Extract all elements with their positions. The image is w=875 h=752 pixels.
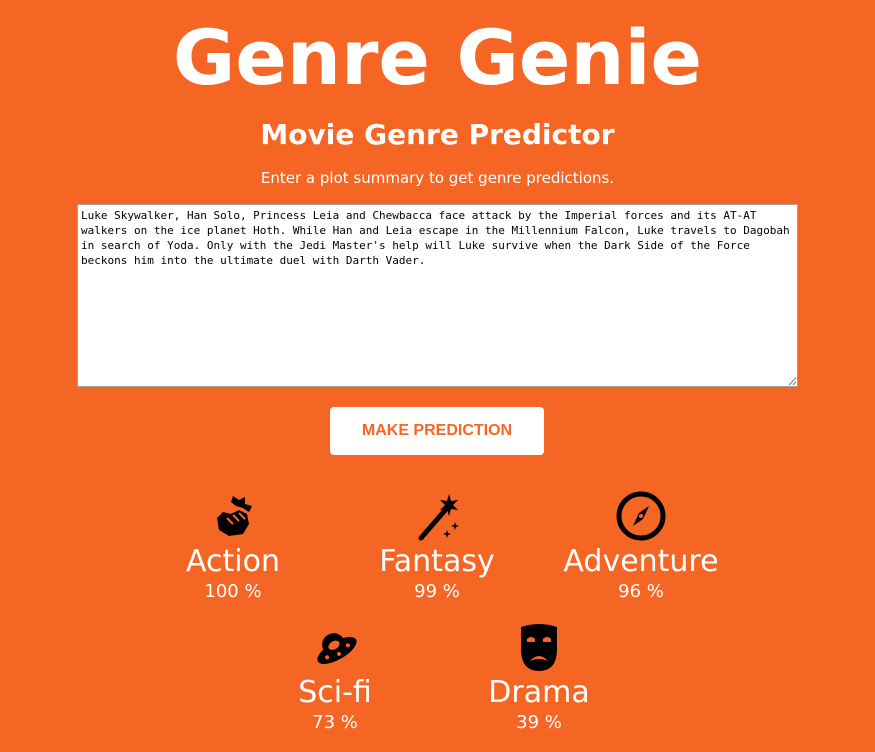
- genre-result-fantasy: Fantasy 99 %: [337, 488, 537, 604]
- plot-summary-input[interactable]: Luke Skywalker, Han Solo, Princess Leia …: [77, 204, 798, 387]
- instructions-text: Enter a plot summary to get genre predic…: [260, 169, 615, 187]
- genre-percent: 100 %: [204, 581, 262, 602]
- app-title: Genre Genie: [172, 13, 703, 102]
- genre-name: Action: [186, 544, 280, 579]
- ufo-icon: [317, 633, 357, 664]
- genre-name: Adventure: [563, 544, 719, 579]
- genre-result-adventure: Adventure 96 %: [541, 488, 741, 604]
- genre-percent: 39 %: [516, 712, 562, 733]
- fist-icon: [217, 496, 252, 536]
- genre-percent: 73 %: [312, 712, 358, 733]
- compass-icon: [616, 491, 666, 541]
- genre-name: Sci-fi: [298, 675, 372, 710]
- genre-name: Fantasy: [379, 544, 495, 579]
- genre-name: Drama: [488, 675, 590, 710]
- magic-wand-icon: [418, 494, 459, 541]
- genre-result-scifi: Sci-fi 73 %: [235, 619, 435, 735]
- genre-result-drama: Drama 39 %: [439, 619, 639, 735]
- make-prediction-button[interactable]: MAKE PREDICTION: [330, 407, 544, 455]
- genre-percent: 96 %: [618, 581, 664, 602]
- genre-result-action: Action 100 %: [133, 488, 333, 604]
- theater-mask-icon: [521, 624, 557, 671]
- genre-percent: 99 %: [414, 581, 460, 602]
- page-subtitle: Movie Genre Predictor: [260, 118, 615, 151]
